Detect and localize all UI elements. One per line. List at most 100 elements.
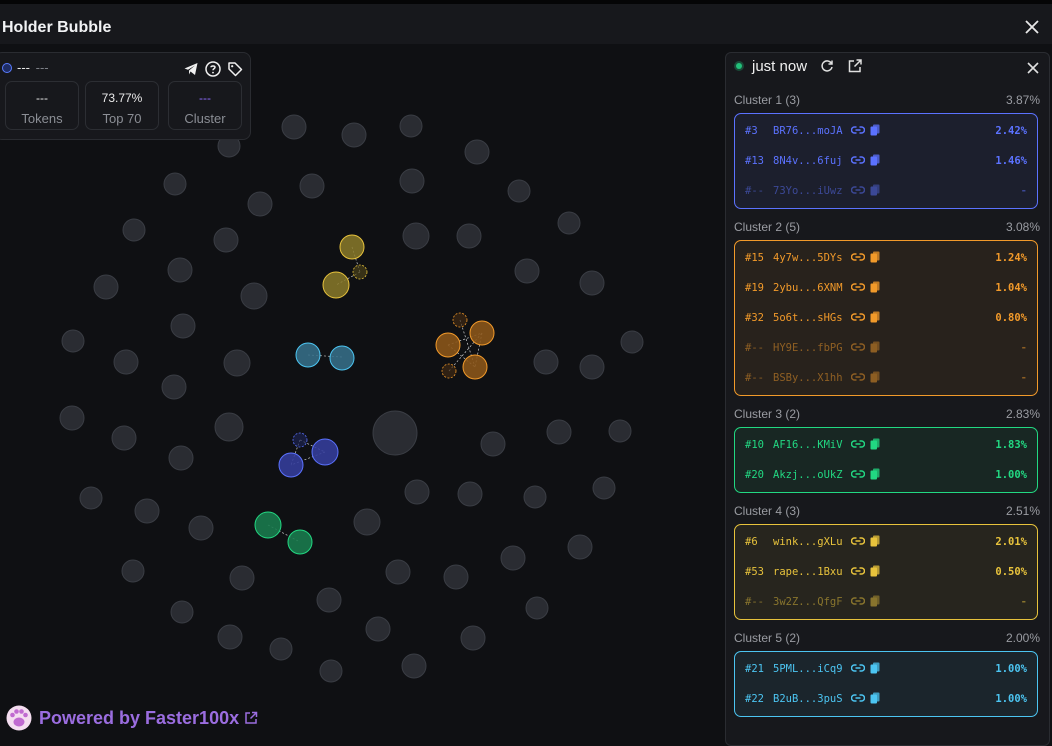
holder-bubble[interactable] [443,564,469,590]
copy-icon[interactable] [870,311,880,323]
link-icon[interactable] [850,341,866,353]
bubble-5o6t[interactable] [462,354,488,380]
holder-row[interactable]: #-- HY9E...fbPG - [745,340,1027,356]
holder-bubble[interactable] [170,600,194,624]
holder-bubble[interactable] [59,405,85,431]
link-icon[interactable] [850,154,866,166]
holder-bubble[interactable] [533,349,559,375]
bubble-4y7w[interactable] [469,320,495,346]
holder-address[interactable]: Akzj...oUkZ [773,469,843,481]
holder-bubble[interactable] [546,419,572,445]
tag-icon[interactable] [227,61,243,77]
holder-bubble[interactable] [353,508,381,536]
holder-bubble[interactable] [401,653,427,679]
holder-row[interactable]: #10 AF16...KMiV 1.83% [745,437,1027,453]
holder-bubble[interactable] [93,274,119,300]
copy-icon[interactable] [870,154,880,166]
link-icon[interactable] [850,438,866,450]
link-icon[interactable] [850,468,866,480]
bubble-B2uB[interactable] [329,345,355,371]
holder-bubble[interactable] [372,410,418,456]
bubble-rape[interactable] [322,271,350,299]
holder-bubble[interactable] [620,330,644,354]
holder-row[interactable]: #-- BSBy...X1hh - [745,370,1027,386]
holder-row[interactable]: #22 B2uB...3puS 1.00% [745,691,1027,707]
copy-icon[interactable] [870,662,880,674]
holder-row[interactable]: #53 rape...1Bxu 0.50% [745,564,1027,580]
holder-bubble[interactable] [460,625,486,651]
holder-bubble[interactable] [111,425,137,451]
holder-bubble[interactable] [269,637,293,661]
holder-address[interactable]: rape...1Bxu [773,566,843,578]
holder-bubble[interactable] [319,659,343,683]
holder-bubble[interactable] [223,349,251,377]
link-icon[interactable] [850,662,866,674]
copy-icon[interactable] [870,535,880,547]
link-icon[interactable] [850,692,866,704]
holder-row[interactable]: #21 5PML...iCq9 1.00% [745,661,1027,677]
bubble-wink[interactable] [339,234,365,260]
holder-bubble[interactable] [121,559,145,583]
holder-bubble[interactable] [385,559,411,585]
refresh-icon[interactable] [820,59,834,73]
holder-address[interactable]: BSBy...X1hh [773,372,843,384]
holder-address[interactable]: 3w2Z...QfgF [773,596,843,608]
copy-icon[interactable] [870,281,880,293]
cluster-4-bubbles[interactable] [322,234,368,299]
link-icon[interactable] [850,371,866,383]
holder-bubble[interactable] [557,211,581,235]
holder-bubble[interactable] [188,515,214,541]
link-icon[interactable] [850,535,866,547]
link-icon[interactable] [850,184,866,196]
bubble-2ybu[interactable] [435,332,461,358]
link-icon[interactable] [850,565,866,577]
copy-icon[interactable] [870,565,880,577]
holder-bubble[interactable] [213,227,239,253]
holder-row[interactable]: #-- 3w2Z...QfgF - [745,594,1027,610]
holder-bubble[interactable] [229,565,255,591]
holder-bubble[interactable] [579,270,605,296]
external-link-icon[interactable] [847,58,863,74]
cluster-2-bubbles[interactable] [435,312,495,380]
holder-bubble[interactable] [525,596,549,620]
bubble-3w2Z[interactable] [352,264,368,280]
holder-bubble[interactable] [168,445,194,471]
holder-bubble[interactable] [61,329,85,353]
holder-bubble[interactable] [404,479,430,505]
holder-row[interactable]: #6 wink...gXLu 2.01% [745,534,1027,550]
holder-address[interactable]: 8N4v...6fuj [773,155,843,167]
holder-address[interactable]: 73Yo...iUwz [773,185,843,197]
holder-bubble[interactable] [457,481,483,507]
holder-bubble[interactable] [170,313,196,339]
copy-icon[interactable] [870,438,880,450]
holder-bubble[interactable] [592,476,616,500]
holder-bubble[interactable] [608,419,632,443]
holder-bubble[interactable] [464,139,490,165]
bubble-BR76[interactable] [311,438,339,466]
holder-bubble[interactable] [299,173,325,199]
copy-icon[interactable] [870,184,880,196]
link-icon[interactable] [850,281,866,293]
holder-bubble[interactable] [579,354,605,380]
holder-bubble[interactable] [134,498,160,524]
holder-address[interactable]: 5o6t...sHGs [773,312,843,324]
holder-address[interactable]: HY9E...fbPG [773,342,843,354]
holder-address[interactable]: AF16...KMiV [773,439,843,451]
holder-row[interactable]: #-- 73Yo...iUwz - [745,183,1027,199]
holder-address[interactable]: BR76...moJA [773,125,843,137]
bubble-Akzj[interactable] [287,529,313,555]
close-panel-button[interactable] [1027,58,1039,79]
holder-bubble[interactable] [240,282,268,310]
telegram-icon[interactable] [183,61,199,77]
holder-bubble[interactable] [316,587,342,613]
cluster-5-bubbles[interactable] [295,342,355,371]
holder-address[interactable]: 4y7w...5DYs [773,252,843,264]
holder-bubble[interactable] [341,122,367,148]
holder-bubble[interactable] [567,534,593,560]
holder-bubble[interactable] [480,431,506,457]
holder-bubble[interactable] [167,257,193,283]
copy-icon[interactable] [870,341,880,353]
holder-address[interactable]: B2uB...3puS [773,693,843,705]
bubble-73Yo[interactable] [292,432,308,448]
holder-bubble[interactable] [514,258,540,284]
